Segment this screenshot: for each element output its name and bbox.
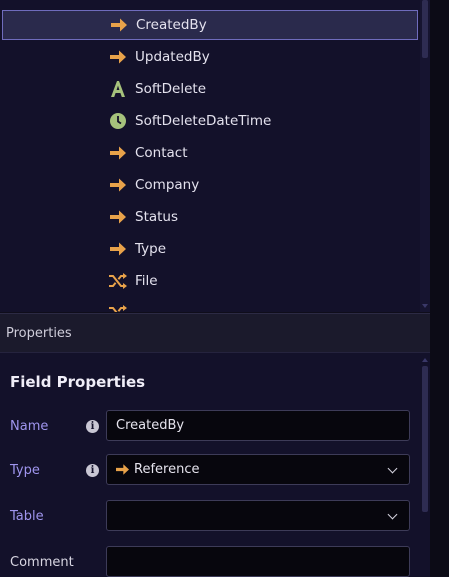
tree-item-updatedby[interactable]: UpdatedBy	[2, 42, 418, 72]
tree-item-label: Status	[135, 209, 179, 225]
clock-icon	[108, 0, 128, 1]
tree-item-partial-bottom[interactable]	[2, 298, 418, 312]
tree-item-partial-top[interactable]	[2, 0, 418, 6]
arrow-right-icon	[109, 15, 129, 35]
tree-item-label: UpdatedBy	[135, 49, 210, 65]
tree-item-label: SoftDelete	[135, 81, 206, 97]
tree-scrollbar-thumb[interactable]	[422, 0, 428, 58]
type-select[interactable]: Reference	[106, 454, 410, 485]
name-field[interactable]: CreatedBy	[106, 410, 410, 441]
properties-panel-title: Properties	[6, 325, 72, 341]
scroll-up-arrow-icon[interactable]	[422, 358, 428, 362]
comment-field[interactable]	[106, 546, 410, 577]
tree-item-label: SoftDeleteDateTime	[135, 113, 272, 129]
window-edge	[430, 0, 449, 576]
tree-item-label: CreatedBy	[136, 17, 207, 33]
properties-panel: Field Properties Name i CreatedBy Type i…	[0, 352, 430, 577]
tree-item-softdelete[interactable]: SoftDelete	[2, 74, 418, 104]
properties-scrollbar-thumb[interactable]	[422, 366, 428, 512]
arrow-right-icon	[115, 463, 130, 476]
arrow-right-icon	[108, 175, 128, 195]
type-select-value: Reference	[134, 462, 200, 477]
text-a-icon	[108, 79, 128, 99]
tree-item-label: Contact	[135, 145, 188, 161]
name-label: Name	[10, 419, 49, 434]
tree-item-label: Type	[135, 241, 167, 257]
tree-scrollbar[interactable]	[420, 0, 430, 312]
arrow-right-icon	[108, 47, 128, 67]
shuffle-icon	[108, 271, 128, 291]
info-icon[interactable]: i	[86, 420, 99, 433]
info-icon[interactable]: i	[86, 464, 99, 477]
tree-item-createdby[interactable]: CreatedBy	[2, 10, 418, 40]
table-label: Table	[10, 509, 44, 524]
arrow-right-icon	[108, 239, 128, 259]
tree-item-type[interactable]: Type	[2, 234, 418, 264]
tree-item-contact[interactable]: Contact	[2, 138, 418, 168]
tree-item-file[interactable]: File	[2, 266, 418, 296]
comment-label: Comment	[10, 555, 74, 570]
chevron-down-icon	[387, 509, 398, 520]
tree-item-softdeletedatetime[interactable]: SoftDeleteDateTime	[2, 106, 418, 136]
table-select[interactable]	[106, 500, 410, 531]
tree-item-status[interactable]: Status	[2, 202, 418, 232]
properties-scrollbar[interactable]	[420, 358, 430, 577]
tree-item-company[interactable]: Company	[2, 170, 418, 200]
clock-icon	[108, 111, 128, 131]
properties-panel-header: Properties	[0, 313, 430, 352]
section-title: Field Properties	[10, 373, 146, 391]
arrow-right-icon	[108, 207, 128, 227]
schema-tree: CreatedBy UpdatedBy SoftDelete SoftDelet…	[0, 0, 430, 312]
shuffle-icon	[108, 303, 128, 312]
scroll-down-arrow-icon[interactable]	[422, 304, 428, 308]
name-field-value: CreatedBy	[116, 418, 185, 433]
type-label: Type	[10, 463, 40, 478]
arrow-right-icon	[108, 143, 128, 163]
chevron-down-icon	[387, 463, 398, 474]
tree-item-label: File	[135, 273, 158, 289]
tree-item-label: Company	[135, 177, 200, 193]
